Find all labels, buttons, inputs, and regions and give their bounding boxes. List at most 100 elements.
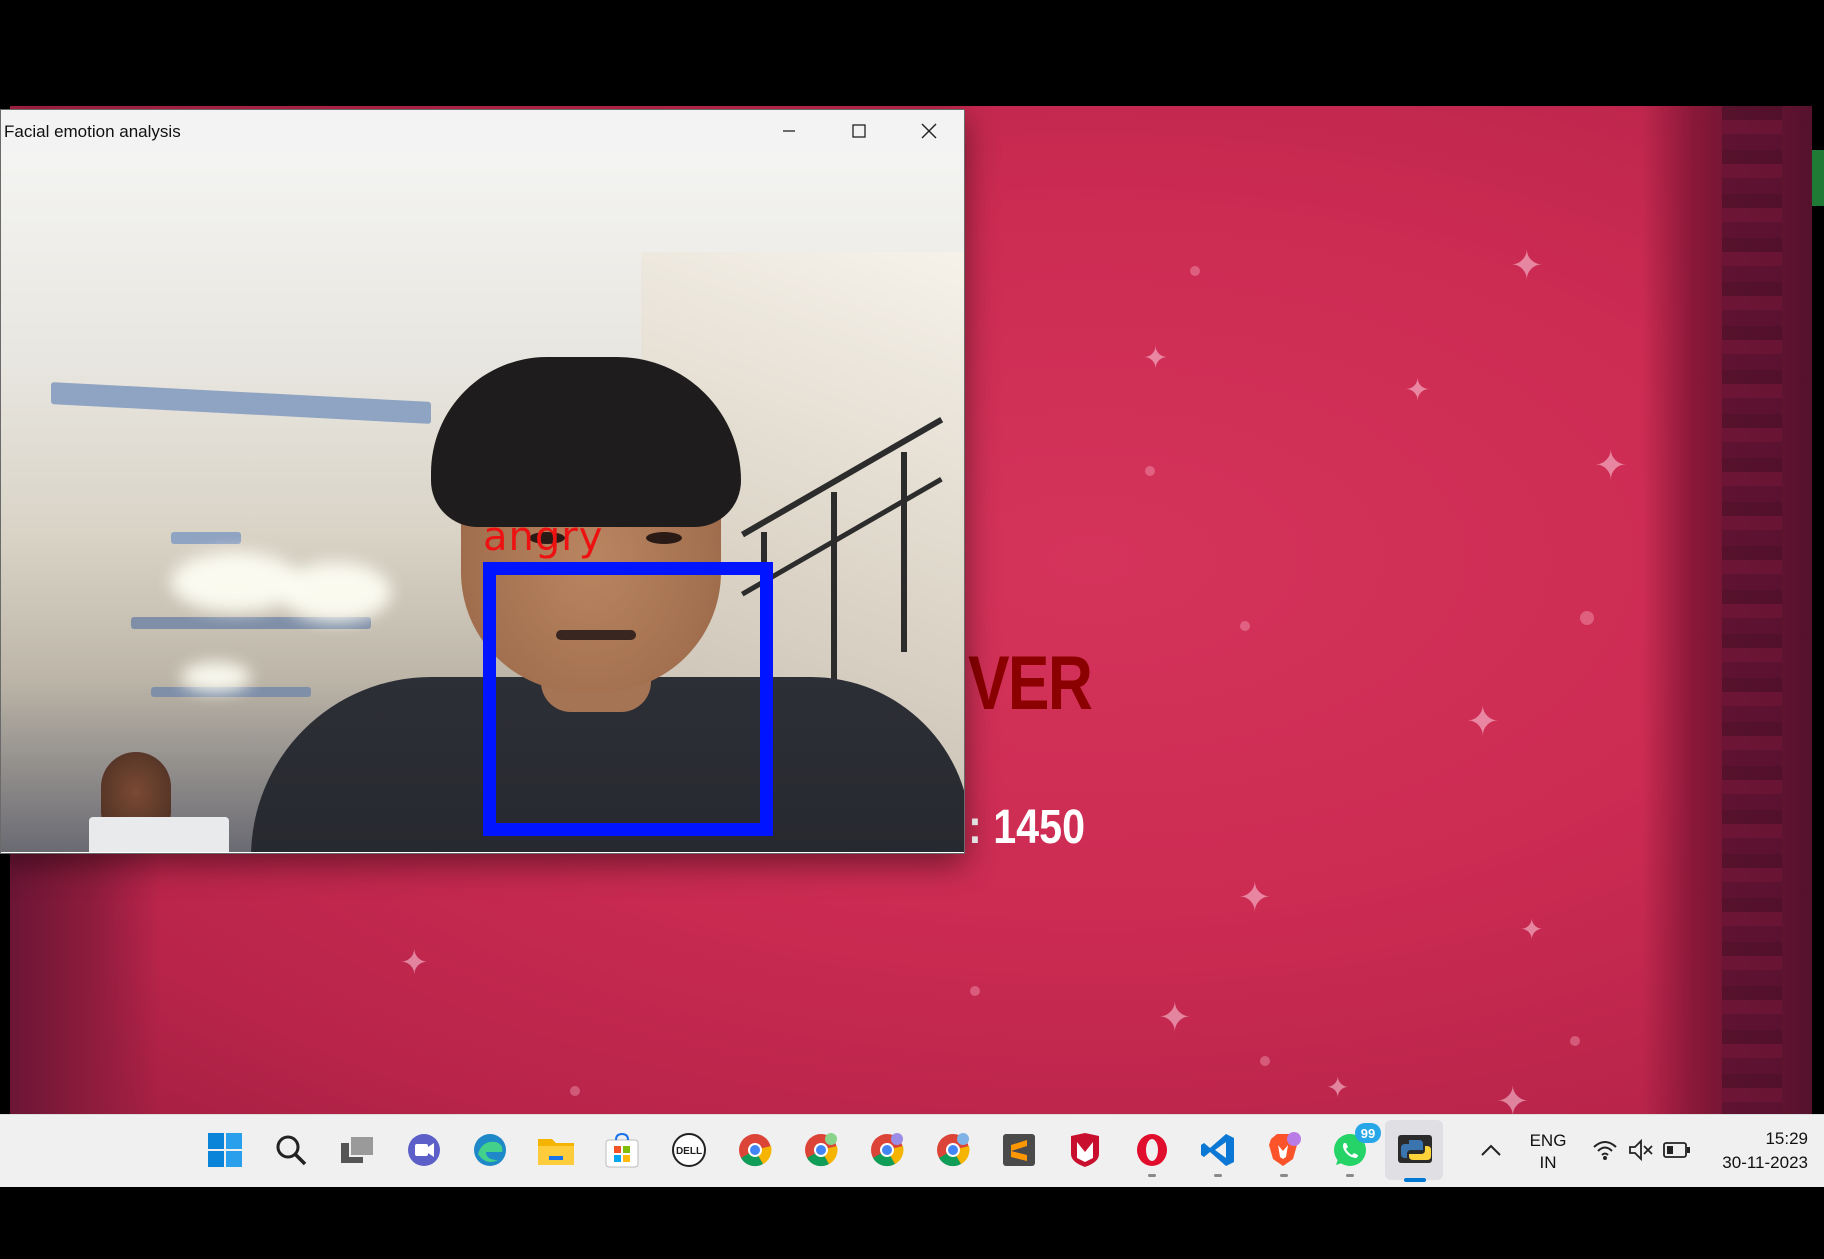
vscode-button[interactable] bbox=[1197, 1129, 1239, 1177]
sparkle-icon: ✦ bbox=[400, 944, 429, 982]
clock-time: 15:29 bbox=[1765, 1129, 1808, 1148]
file-explorer-icon bbox=[538, 1139, 574, 1165]
file-explorer-button[interactable] bbox=[535, 1129, 577, 1171]
sparkle-icon: ✦ bbox=[1158, 996, 1192, 1040]
sparkle-dot bbox=[1570, 1036, 1580, 1046]
sparkle-icon: ✦ bbox=[1405, 374, 1431, 407]
svg-text:DELL: DELL bbox=[676, 1146, 702, 1157]
chrome-profile-icon bbox=[937, 1133, 970, 1167]
stair-railing bbox=[831, 492, 837, 692]
edge-icon bbox=[474, 1134, 506, 1166]
sublime-text-icon bbox=[1003, 1134, 1035, 1166]
running-indicator bbox=[1148, 1174, 1156, 1177]
maximize-icon bbox=[852, 124, 866, 138]
person-eye bbox=[646, 532, 682, 544]
running-indicator bbox=[1280, 1174, 1288, 1177]
brave-button[interactable] bbox=[1263, 1129, 1305, 1177]
minimize-icon bbox=[783, 130, 795, 132]
facial-emotion-window[interactable]: Facial emotion analysis angry bbox=[0, 109, 965, 854]
chrome-profile-icon bbox=[805, 1133, 838, 1167]
sparkle-dot bbox=[970, 986, 980, 996]
light-glow bbox=[181, 662, 251, 692]
window-titlebar[interactable]: Facial emotion analysis bbox=[1, 110, 964, 152]
sparkle-dot bbox=[1240, 621, 1250, 631]
face-detection-box bbox=[483, 562, 773, 836]
chrome-button[interactable] bbox=[734, 1129, 776, 1171]
sparkle-dot bbox=[1190, 266, 1200, 276]
python-button[interactable] bbox=[1395, 1129, 1437, 1171]
microsoft-store-icon bbox=[605, 1132, 639, 1168]
opera-button[interactable] bbox=[1131, 1129, 1173, 1177]
minimize-button[interactable] bbox=[754, 110, 824, 152]
whatsapp-button[interactable]: 99 bbox=[1329, 1123, 1381, 1177]
language-indicator[interactable]: ENG IN bbox=[1520, 1131, 1576, 1173]
taskbar: DELL 99 ENG IN 15:29 30-11-2023 bbox=[0, 1114, 1824, 1187]
wifi-icon bbox=[1593, 1141, 1617, 1160]
sparkle-dot bbox=[1260, 1056, 1270, 1066]
ceiling-light bbox=[51, 382, 431, 424]
clock[interactable]: 15:29 30-11-2023 bbox=[1700, 1129, 1820, 1173]
windows-start-icon bbox=[208, 1133, 242, 1167]
mcafee-icon bbox=[1071, 1133, 1099, 1167]
ceiling-light bbox=[171, 532, 241, 544]
task-view-icon bbox=[341, 1135, 375, 1163]
sparkle-icon: ✦ bbox=[1520, 914, 1544, 945]
webcam-feed: angry bbox=[1, 152, 964, 852]
dell-button[interactable]: DELL bbox=[668, 1129, 710, 1171]
chrome-profile-icon bbox=[871, 1133, 904, 1167]
search-button[interactable] bbox=[270, 1129, 312, 1171]
sparkle-icon: ✦ bbox=[1466, 700, 1500, 744]
sparkle-dot bbox=[570, 1086, 580, 1096]
running-indicator bbox=[1346, 1174, 1354, 1177]
edge-button[interactable] bbox=[469, 1129, 511, 1171]
brave-icon bbox=[1269, 1132, 1301, 1166]
emotion-label: angry bbox=[483, 514, 604, 560]
sparkle-icon: ✦ bbox=[1594, 444, 1628, 488]
task-view-button[interactable] bbox=[337, 1129, 379, 1171]
sparkle-dot bbox=[1145, 466, 1155, 476]
sparkle-icon: ✦ bbox=[1510, 244, 1544, 288]
vscode-icon bbox=[1201, 1134, 1234, 1166]
active-app-indicator bbox=[1404, 1178, 1426, 1182]
chrome-icon bbox=[739, 1134, 772, 1167]
show-hidden-icons-button[interactable] bbox=[1470, 1129, 1512, 1171]
teams-chat-button[interactable] bbox=[403, 1129, 445, 1171]
sparkle-icon: ✦ bbox=[1238, 876, 1272, 920]
sparkle-icon: ✦ bbox=[1326, 1072, 1350, 1103]
notification-badge: 99 bbox=[1355, 1123, 1381, 1143]
search-icon bbox=[276, 1135, 307, 1166]
game-over-title: VER bbox=[968, 641, 1093, 726]
decorative-border-left bbox=[10, 846, 160, 1114]
dell-icon: DELL bbox=[672, 1133, 706, 1167]
light-glow bbox=[171, 552, 301, 612]
sparkle-icon: ✦ bbox=[1496, 1080, 1530, 1114]
opera-icon bbox=[1137, 1134, 1167, 1166]
running-indicator bbox=[1214, 1174, 1222, 1177]
chrome-profile-button[interactable] bbox=[932, 1129, 974, 1171]
python-icon bbox=[1398, 1135, 1432, 1163]
sparkle-dot bbox=[1580, 611, 1594, 625]
chevron-up-icon bbox=[1481, 1144, 1501, 1156]
battery-button[interactable] bbox=[1656, 1129, 1698, 1171]
window-title: Facial emotion analysis bbox=[4, 122, 181, 141]
sparkle-icon: ✦ bbox=[1143, 342, 1169, 375]
microsoft-store-button[interactable] bbox=[601, 1129, 643, 1171]
chrome-profile-button[interactable] bbox=[800, 1129, 842, 1171]
close-icon bbox=[921, 123, 937, 139]
sublime-text-button[interactable] bbox=[998, 1129, 1040, 1171]
light-glow bbox=[281, 562, 391, 622]
stair-railing bbox=[901, 452, 907, 652]
background-window-edge bbox=[1812, 150, 1824, 206]
language-code: ENG bbox=[1529, 1131, 1567, 1150]
start-button[interactable] bbox=[204, 1129, 246, 1171]
clock-date: 30-11-2023 bbox=[1722, 1153, 1808, 1172]
decorative-border-texture bbox=[1722, 106, 1782, 1114]
teams-chat-icon bbox=[408, 1134, 440, 1166]
close-button[interactable] bbox=[894, 110, 964, 152]
battery-icon bbox=[1663, 1142, 1690, 1158]
speaker-muted-icon bbox=[1629, 1139, 1653, 1161]
maximize-button[interactable] bbox=[824, 110, 894, 152]
chrome-profile-button[interactable] bbox=[866, 1129, 908, 1171]
game-score-text: : 1450 bbox=[968, 801, 1086, 854]
mcafee-button[interactable] bbox=[1064, 1129, 1106, 1171]
